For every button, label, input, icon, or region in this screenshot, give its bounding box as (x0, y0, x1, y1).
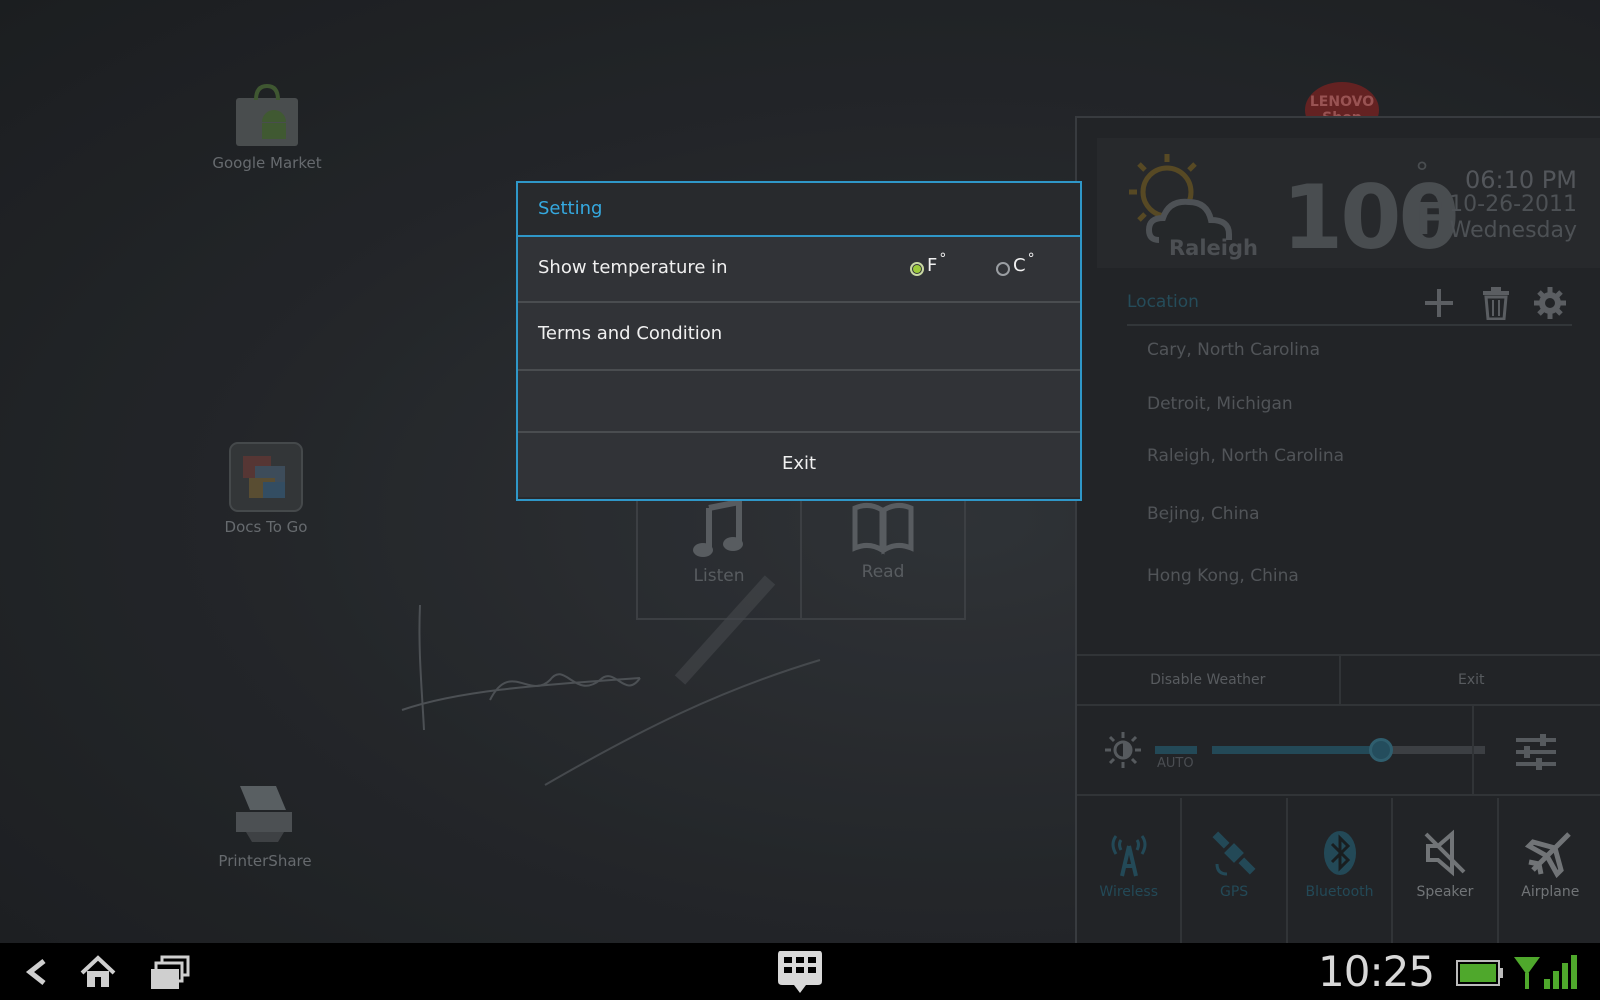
cell-signal-icon[interactable] (1542, 953, 1582, 989)
temperature-unit-label: Show temperature in (538, 257, 728, 278)
back-icon[interactable] (16, 953, 56, 991)
app-drawer-icon[interactable] (776, 949, 824, 995)
recent-apps-icon[interactable] (150, 953, 190, 991)
radio-label: C (1013, 255, 1026, 276)
radio-label: F (927, 255, 938, 276)
dialog-exit-button[interactable]: Exit (518, 433, 1080, 497)
terms-row[interactable]: Terms and Condition (518, 303, 1080, 371)
status-clock[interactable]: 10:25 (1318, 947, 1435, 996)
degree-symbol: ° (1027, 251, 1035, 267)
dialog-title: Setting (518, 183, 1080, 237)
system-bar: 10:25 (0, 943, 1600, 1000)
wifi-signal-icon[interactable] (1512, 955, 1542, 989)
radio-button-unchecked[interactable] (996, 262, 1010, 276)
settings-dialog: Setting Show temperature in F ° C ° Term… (516, 181, 1082, 501)
terms-label: Terms and Condition (538, 323, 723, 344)
temperature-unit-row: Show temperature in F ° C ° (518, 237, 1080, 303)
radio-celsius[interactable]: C ° (996, 251, 1035, 276)
battery-icon[interactable] (1456, 960, 1504, 986)
home-icon[interactable] (78, 953, 118, 991)
degree-symbol: ° (939, 251, 947, 267)
empty-row (518, 371, 1080, 433)
radio-button-checked[interactable] (910, 262, 924, 276)
radio-fahrenheit[interactable]: F ° (910, 251, 946, 276)
